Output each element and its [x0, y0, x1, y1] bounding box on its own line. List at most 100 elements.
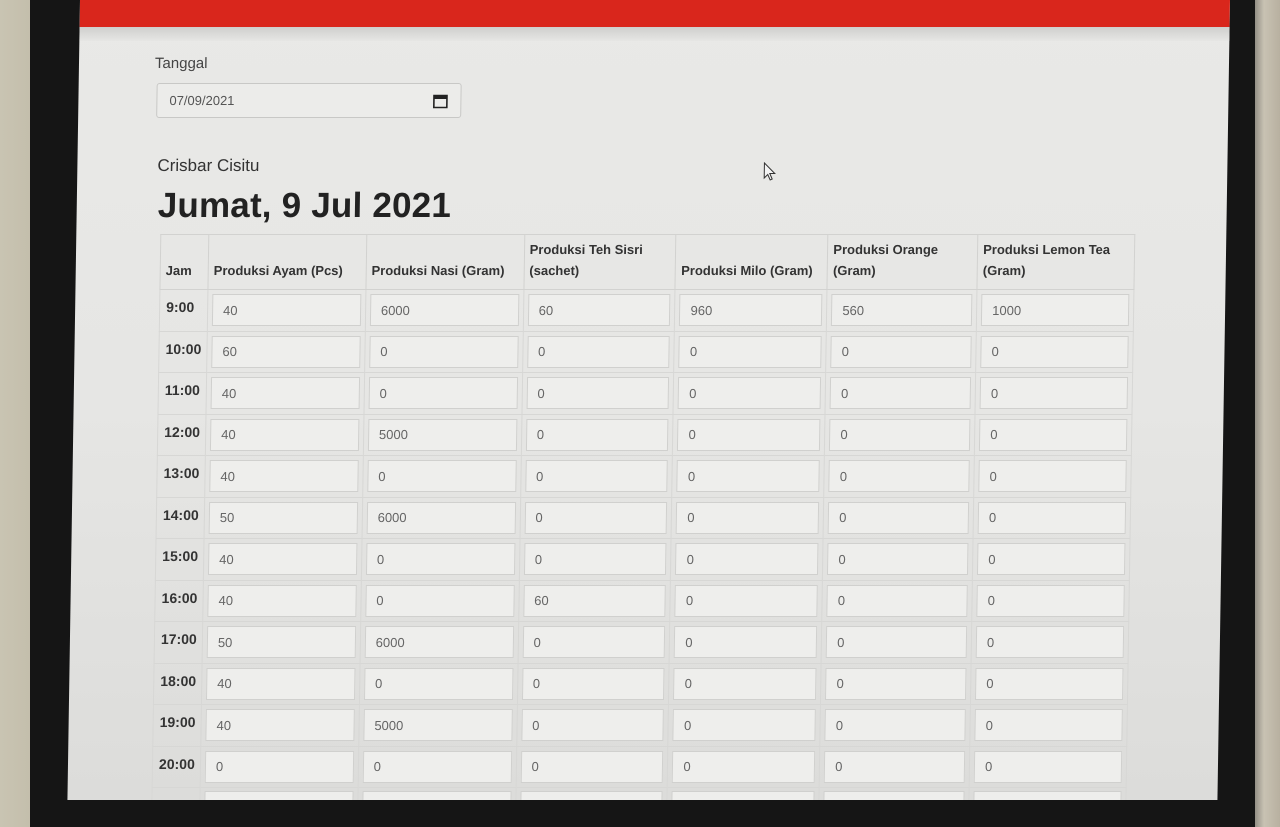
milo-input[interactable]	[672, 750, 816, 783]
milo-input[interactable]	[675, 543, 819, 576]
time-cell: 14:00	[156, 497, 205, 539]
milo-input[interactable]	[678, 377, 822, 410]
time-cell: 17:00	[154, 621, 203, 663]
time-cell: 16:00	[154, 580, 204, 622]
ayam-input[interactable]	[204, 791, 354, 800]
orange-input[interactable]	[826, 584, 968, 617]
nasi-input[interactable]	[363, 667, 514, 700]
nasi-input[interactable]	[367, 460, 517, 493]
orange-input[interactable]	[825, 667, 967, 700]
nasi-input[interactable]	[366, 501, 516, 534]
lemon-tea-input[interactable]	[977, 543, 1126, 576]
lemon-tea-input[interactable]	[977, 501, 1127, 534]
time-cell: 21:00	[151, 787, 201, 800]
teh-input[interactable]	[526, 377, 670, 410]
nasi-input[interactable]	[368, 377, 518, 410]
lemon-tea-input[interactable]	[975, 667, 1124, 700]
orange-input[interactable]	[823, 791, 965, 800]
table-row: 13:00	[156, 455, 1132, 497]
nasi-input[interactable]	[362, 750, 512, 783]
teh-input[interactable]	[525, 418, 669, 451]
table-row: 11:00	[157, 372, 1133, 414]
milo-input[interactable]	[674, 584, 819, 617]
table-row: 20:00	[152, 746, 1127, 788]
milo-input[interactable]	[676, 501, 820, 534]
teh-input[interactable]	[520, 709, 665, 742]
lemon-tea-input[interactable]	[973, 750, 1123, 783]
orange-input[interactable]	[829, 377, 972, 410]
teh-input[interactable]	[520, 750, 664, 783]
lemon-tea-input[interactable]	[976, 584, 1125, 617]
nasi-input[interactable]	[363, 709, 513, 742]
teh-input[interactable]	[519, 791, 664, 800]
orange-input[interactable]	[827, 543, 969, 576]
lemon-tea-input[interactable]	[975, 626, 1125, 659]
orange-input[interactable]	[831, 294, 973, 327]
lemon-tea-input[interactable]	[974, 709, 1123, 742]
lemon-tea-input[interactable]	[973, 791, 1122, 800]
milo-input[interactable]	[677, 418, 821, 451]
nasi-input[interactable]	[361, 791, 512, 800]
teh-input[interactable]	[523, 543, 667, 576]
milo-input[interactable]	[676, 460, 821, 493]
ayam-input[interactable]	[208, 501, 358, 534]
nasi-input[interactable]	[367, 418, 518, 451]
orange-input[interactable]	[824, 709, 966, 742]
time-cell: 12:00	[157, 414, 206, 456]
milo-input[interactable]	[679, 294, 823, 327]
date-input[interactable]: 07/09/2021	[156, 83, 462, 118]
ayam-input[interactable]	[209, 460, 359, 493]
table-row: 21:00	[151, 787, 1127, 800]
browser-screen: Tanggal 07/09/2021 Crisbar Cisitu Jumat,…	[67, 0, 1230, 800]
lemon-tea-input[interactable]	[979, 377, 1129, 410]
nasi-input[interactable]	[369, 294, 519, 327]
teh-input[interactable]	[521, 667, 665, 700]
milo-input[interactable]	[672, 709, 817, 742]
time-cell: 11:00	[157, 372, 207, 414]
header-jam: Jam	[159, 234, 209, 290]
ayam-input[interactable]	[204, 750, 355, 783]
teh-input[interactable]	[527, 294, 671, 327]
nasi-input[interactable]	[364, 626, 514, 659]
ayam-input[interactable]	[211, 335, 361, 368]
teh-input[interactable]	[524, 460, 669, 493]
milo-input[interactable]	[678, 335, 822, 368]
orange-input[interactable]	[828, 460, 970, 493]
orange-input[interactable]	[825, 626, 968, 659]
ayam-input[interactable]	[205, 709, 355, 742]
ayam-input[interactable]	[206, 626, 356, 659]
teh-input[interactable]	[524, 501, 668, 534]
table-row: 10:00	[158, 331, 1134, 373]
time-cell: 20:00	[152, 746, 201, 788]
ayam-input[interactable]	[210, 377, 360, 410]
header-teh: Produksi Teh Sisri (sachet)	[523, 234, 677, 290]
teh-input[interactable]	[526, 335, 671, 368]
ayam-input[interactable]	[207, 543, 358, 576]
teh-input[interactable]	[522, 584, 667, 617]
teh-input[interactable]	[522, 626, 666, 659]
top-navbar	[79, 0, 1230, 27]
milo-input[interactable]	[671, 791, 815, 800]
orange-input[interactable]	[827, 501, 970, 534]
orange-input[interactable]	[830, 335, 972, 368]
orange-input[interactable]	[829, 418, 971, 451]
nasi-input[interactable]	[365, 584, 515, 617]
milo-input[interactable]	[673, 667, 817, 700]
table-row: 17:00	[154, 621, 1129, 663]
lemon-tea-input[interactable]	[978, 460, 1127, 493]
lemon-tea-input[interactable]	[979, 418, 1128, 451]
orange-input[interactable]	[823, 750, 966, 783]
ayam-input[interactable]	[207, 584, 357, 617]
ayam-input[interactable]	[211, 294, 362, 327]
milo-input[interactable]	[674, 626, 818, 659]
lemon-tea-input[interactable]	[980, 335, 1129, 368]
nasi-input[interactable]	[365, 543, 516, 576]
lemon-tea-input[interactable]	[980, 294, 1130, 327]
time-cell: 13:00	[156, 455, 206, 497]
nasi-input[interactable]	[369, 335, 519, 368]
header-ayam: Produksi Ayam (Pcs)	[207, 234, 367, 290]
ayam-input[interactable]	[205, 667, 356, 700]
ayam-input[interactable]	[209, 418, 360, 451]
table-row: 19:00	[152, 704, 1128, 746]
calendar-icon[interactable]	[432, 93, 448, 109]
